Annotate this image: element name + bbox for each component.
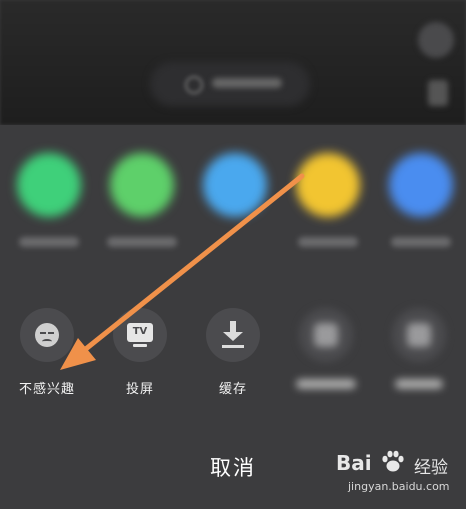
cast-screen-label: 投屏 [125,382,154,397]
share-app-icon [203,153,267,217]
blurred-action-5[interactable] [374,308,464,408]
cast-icon-circle: TV [113,308,167,362]
blurred-action-4[interactable] [281,308,371,408]
blurred-action-icon [407,323,431,347]
blurred-action-label [281,378,371,393]
cache-button[interactable]: 缓存 [188,308,278,408]
share-target-label [107,237,177,247]
watermark-url: jingyan.baidu.com [348,480,450,493]
share-target-label [391,237,451,247]
not-interested-icon-circle [20,308,74,362]
unhappy-face-icon [35,323,59,347]
blurred-search-text [212,78,282,88]
baidu-jingyan-watermark: Bai 经验 jingyan.baidu.com [330,447,460,499]
search-icon [185,76,203,94]
share-app-icon [110,153,174,217]
not-interested-button[interactable]: 不感兴趣 [2,308,92,408]
baidu-paw-icon [382,450,404,472]
share-target-5[interactable] [386,153,456,247]
blurred-top-button [418,22,454,58]
blurred-action-icon [314,323,338,347]
blurred-action-label [374,378,464,393]
cache-label: 缓存 [218,382,247,397]
blurred-side-element [428,80,448,106]
share-target-3[interactable] [200,153,270,243]
watermark-brand: Bai [336,451,372,475]
share-target-label [298,237,358,247]
watermark-jingyan: 经验 [414,458,448,478]
share-app-icon [17,153,81,217]
not-interested-label: 不感兴趣 [18,382,75,397]
blurred-action-icon-circle [392,308,446,362]
share-app-icon [296,153,360,217]
share-target-label [19,237,79,247]
blurred-action-icon-circle [299,308,353,362]
tv-icon: TV [127,323,153,342]
share-target-2[interactable] [107,153,177,247]
share-target-1[interactable] [14,153,84,247]
tv-stand [133,344,147,347]
share-app-icon [389,153,453,217]
cache-icon-circle [206,308,260,362]
cast-screen-button[interactable]: TV 投屏 [95,308,185,408]
share-target-4[interactable] [293,153,363,247]
